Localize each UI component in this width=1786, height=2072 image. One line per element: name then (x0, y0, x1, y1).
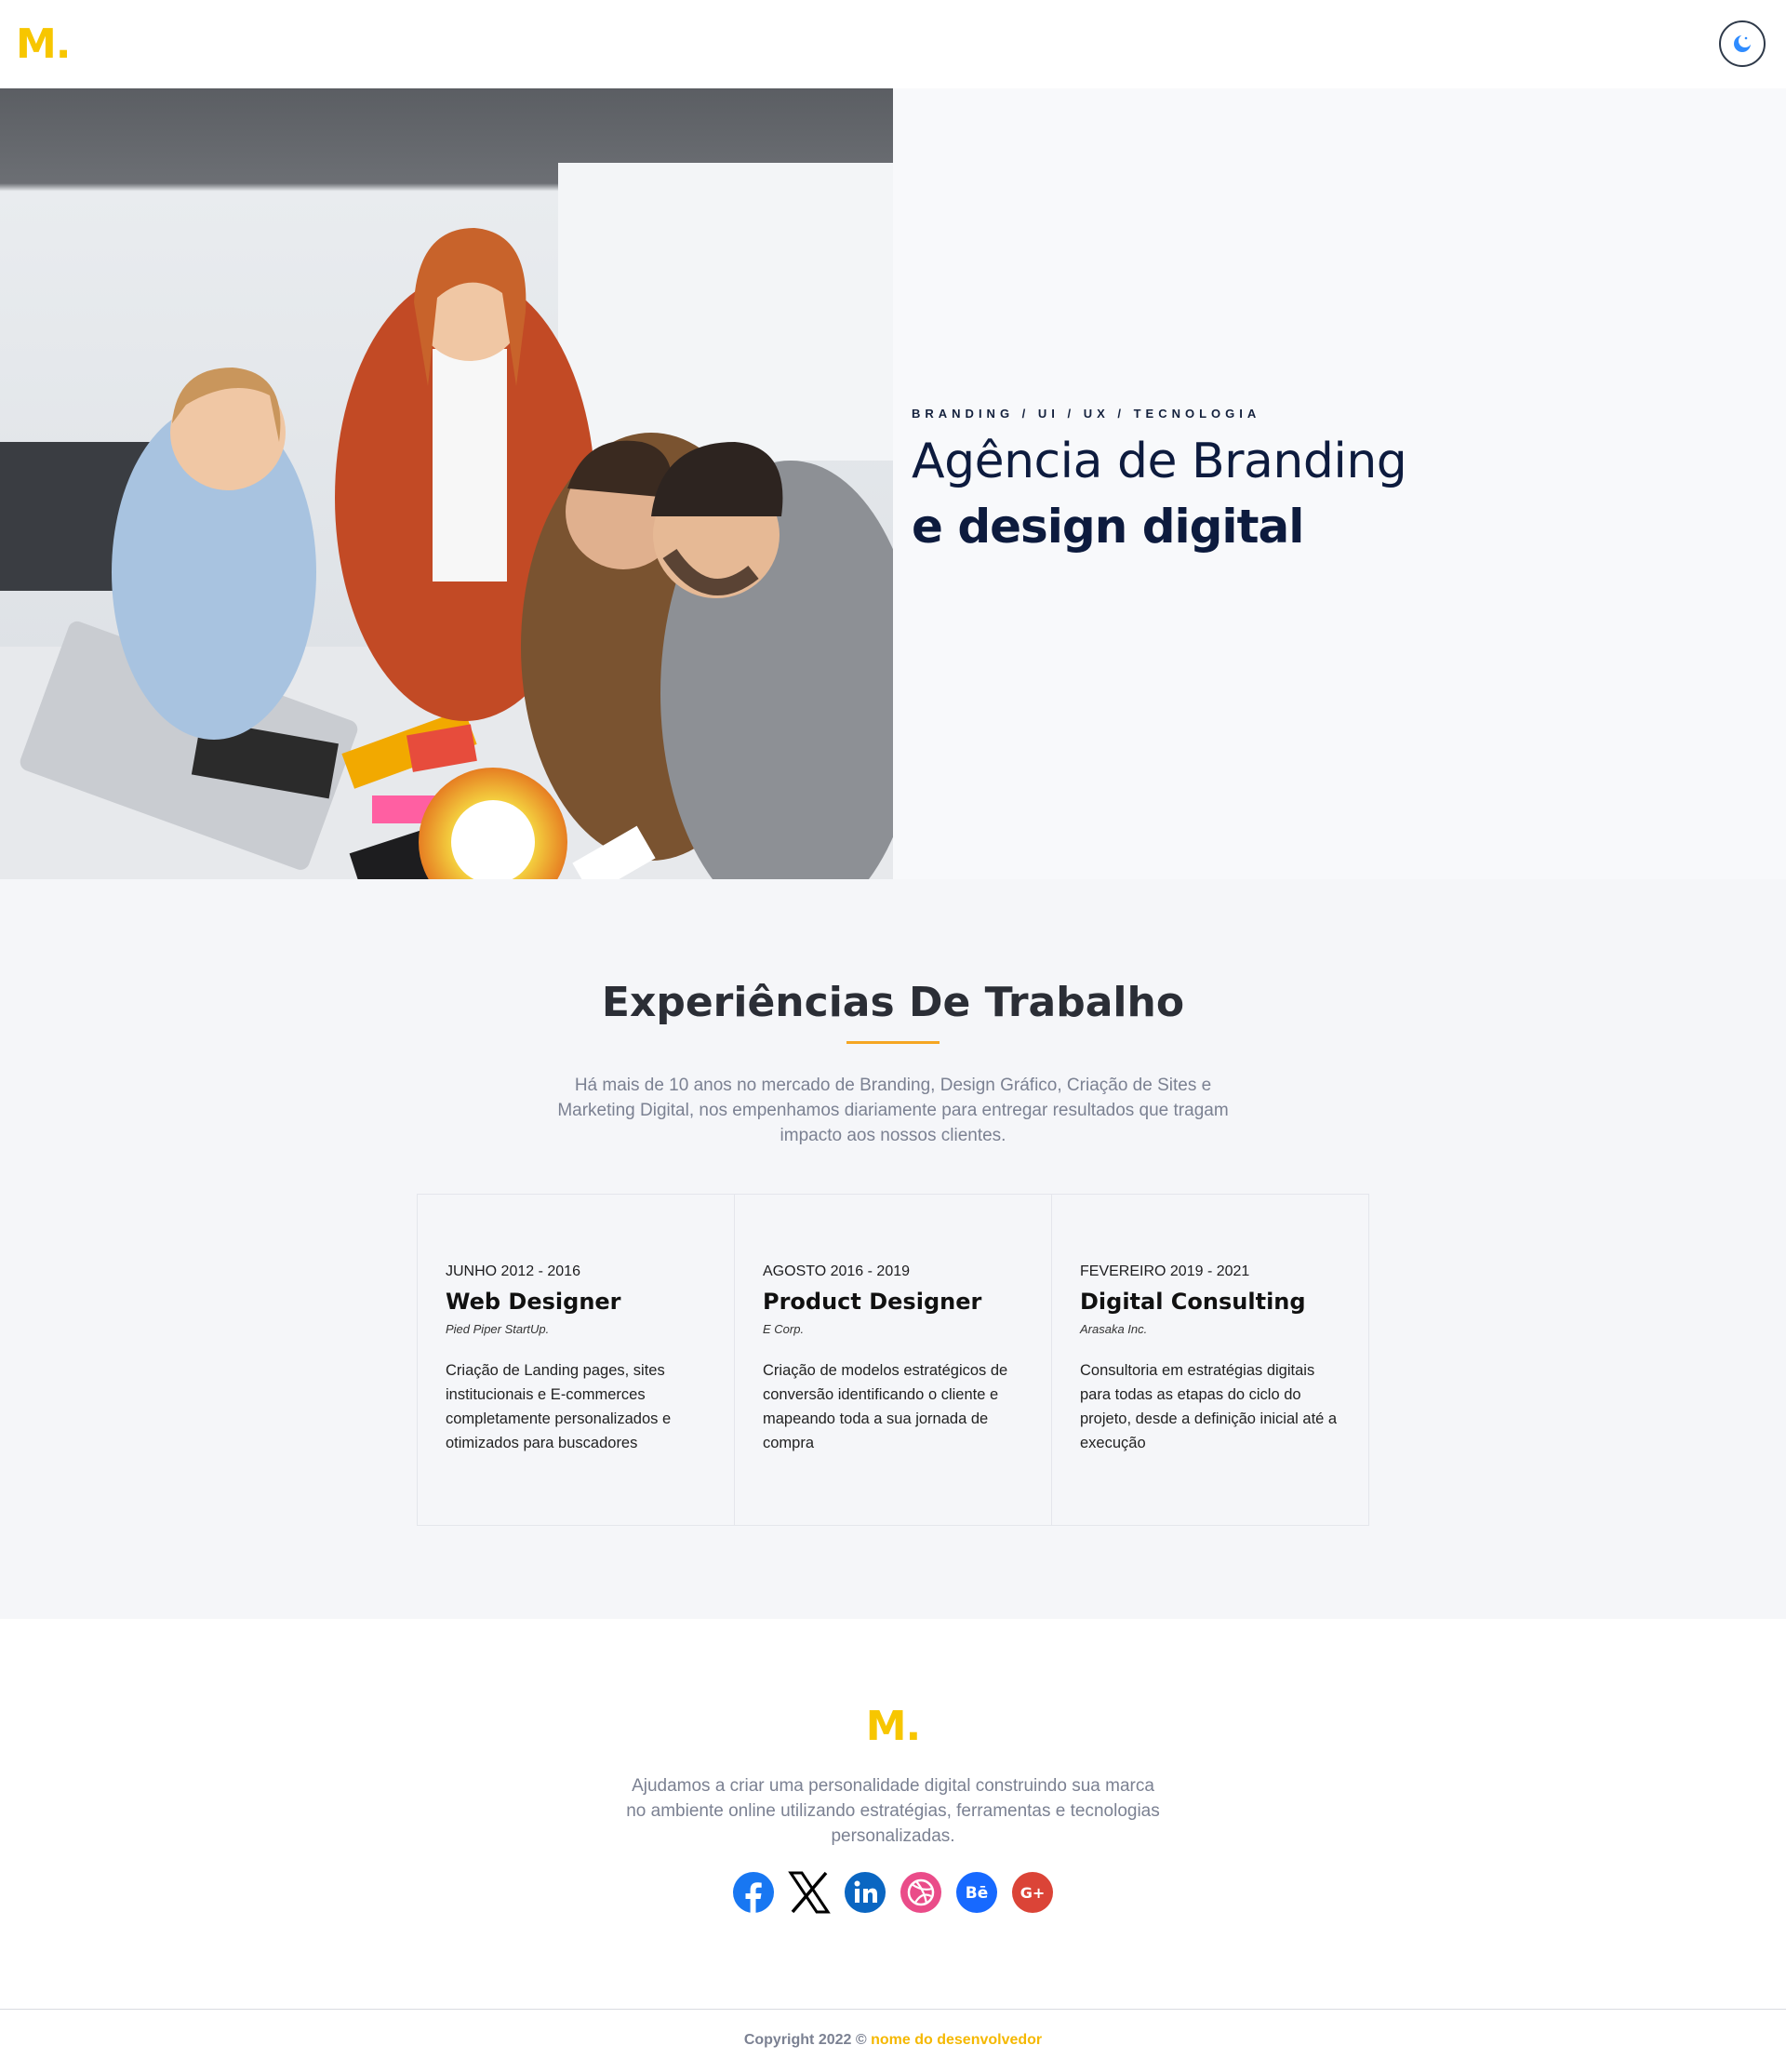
hero-text-block: BRANDING / UI / UX / TECNOLOGIA Agência … (912, 405, 1749, 561)
card-company: Pied Piper StartUp. (446, 1322, 550, 1336)
behance-glyph: Bē (966, 1884, 989, 1903)
facebook-icon (733, 1872, 774, 1914)
card-company: E Corp. (763, 1322, 805, 1336)
experience-description: Há mais de 10 anos no mercado de Brandin… (557, 1076, 1229, 1145)
footer-logo[interactable]: M. (0, 1701, 1786, 1753)
title-underline (846, 1041, 940, 1044)
card-date: JUNHO 2012 - 2016 (446, 1263, 580, 1279)
hero-section: BRANDING / UI / UX / TECNOLOGIA Agência … (0, 88, 1786, 879)
linkedin-link[interactable] (843, 1870, 887, 1915)
card-role: Product Designer (763, 1289, 982, 1315)
hero-subtitle: e design digital (912, 500, 1304, 554)
hero-tagline: BRANDING / UI / UX / TECNOLOGIA (912, 407, 1261, 421)
behance-link[interactable]: Bē (954, 1870, 999, 1915)
footer-divider (0, 2009, 1786, 2010)
card-text: Criação de modelos estratégicos de conve… (763, 1362, 1008, 1451)
footer-description: Ajudamos a criar uma personalidade digit… (626, 1776, 1160, 1846)
card-date: FEVEREIRO 2019 - 2021 (1080, 1263, 1250, 1279)
x-icon (788, 1871, 831, 1914)
copyright-text: Copyright 2022 © (743, 2032, 867, 2048)
experience-card: JUNHO 2012 - 2016 Web Designer Pied Pipe… (418, 1195, 735, 1525)
experience-section: Experiências De Trabalho Há mais de 10 a… (0, 879, 1786, 1619)
site-header: M. (0, 0, 1786, 88)
developer-link[interactable]: nome do desenvolvedor (871, 2032, 1042, 2048)
theme-toggle-button[interactable] (1719, 20, 1766, 67)
experience-title: Experiências De Trabalho (601, 979, 1185, 1026)
experience-card: FEVEREIRO 2019 - 2021 Digital Consulting… (1052, 1195, 1368, 1525)
google-plus-icon: G+ (1012, 1872, 1053, 1913)
card-text: Consultoria em estratégias digitais para… (1080, 1362, 1338, 1451)
card-text: Criação de Landing pages, sites instituc… (446, 1362, 672, 1451)
social-links: Bē G+ (731, 1870, 1055, 1915)
logo[interactable]: M. (16, 19, 71, 71)
card-date: AGOSTO 2016 - 2019 (763, 1263, 911, 1279)
moon-icon (1734, 34, 1752, 52)
card-role: Web Designer (446, 1289, 621, 1315)
facebook-link[interactable] (731, 1870, 776, 1915)
site-footer: M. Ajudamos a criar uma personalidade di… (0, 1619, 1786, 2072)
google-plus-link[interactable]: G+ (1010, 1870, 1055, 1915)
behance-icon: Bē (956, 1872, 997, 1913)
experience-card: AGOSTO 2016 - 2019 Product Designer E Co… (735, 1195, 1052, 1525)
google-plus-glyph: G+ (1020, 1884, 1046, 1902)
linkedin-icon (845, 1872, 886, 1913)
x-link[interactable] (787, 1870, 832, 1915)
hero-title: Agência de Branding (912, 434, 1407, 489)
hero-team-photo (0, 88, 893, 879)
dribbble-icon (900, 1872, 941, 1913)
card-company: Arasaka Inc. (1080, 1322, 1148, 1336)
experience-cards: JUNHO 2012 - 2016 Web Designer Pied Pipe… (417, 1194, 1369, 1526)
copyright: Copyright 2022 © nome do desenvolvedor (0, 2030, 1786, 2051)
card-role: Digital Consulting (1080, 1289, 1306, 1315)
dribbble-link[interactable] (899, 1870, 943, 1915)
